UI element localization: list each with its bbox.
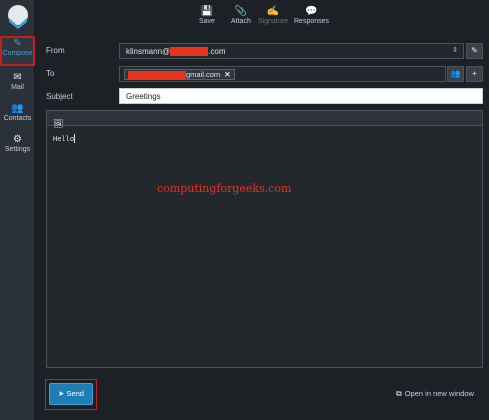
edit-identity-button[interactable]: ✎: [466, 43, 483, 59]
comment-icon: 💬: [305, 6, 318, 17]
redaction-block: [128, 71, 186, 80]
send-highlight: ➤ Send: [45, 379, 97, 410]
to-recipient-input[interactable]: gmail.com ✕: [119, 66, 446, 82]
attach-label: Attach: [231, 18, 251, 25]
send-label: Send: [66, 389, 84, 398]
from-select[interactable]: klinsmann@ .com ⇕: [119, 43, 464, 59]
subject-label: Subject: [46, 92, 73, 101]
recipient-token[interactable]: gmail.com ✕: [124, 69, 235, 81]
remove-recipient-icon[interactable]: ✕: [224, 70, 230, 79]
signature-button[interactable]: ✍ Signature: [258, 5, 288, 25]
from-value-suffix: .com: [208, 47, 226, 56]
nav-contacts-label: Contacts: [3, 115, 32, 122]
text-cursor: [74, 134, 75, 143]
save-icon: 💾: [200, 6, 214, 17]
nav-contacts[interactable]: 👥 Contacts: [0, 103, 35, 127]
nav-compose-label: Compose: [2, 50, 33, 57]
nav-settings-label: Settings: [4, 146, 31, 153]
watermark-text: computingforgeeks.com: [157, 182, 292, 195]
message-body: Hello: [53, 135, 75, 143]
subject-input[interactable]: Greetings: [119, 88, 483, 104]
to-label: To: [46, 69, 55, 78]
signature-label: Signature: [258, 18, 288, 25]
nav-compose[interactable]: ✎ Compose: [0, 36, 35, 66]
save-label: Save: [199, 18, 215, 25]
envelope-icon: ✉: [13, 72, 22, 83]
nav-mail[interactable]: ✉ Mail: [0, 72, 35, 96]
plus-icon: +: [472, 69, 477, 78]
compose-icon: ✎: [13, 38, 22, 49]
nav-mail-label: Mail: [11, 84, 24, 91]
attach-button[interactable]: 📎 Attach: [231, 5, 251, 25]
nav-settings[interactable]: ⚙ Settings: [0, 134, 35, 158]
app-logo-icon[interactable]: [5, 4, 31, 30]
send-button[interactable]: ➤ Send: [49, 383, 93, 405]
responses-button[interactable]: 💬 Responses: [294, 5, 329, 25]
open-in-new-window-label: Open in new window: [404, 389, 474, 398]
paper-plane-icon: ➤: [58, 389, 65, 398]
gear-icon: ⚙: [13, 134, 22, 145]
left-navigation: ✎ Compose ✉ Mail 👥 Contacts ⚙ Settings: [0, 0, 35, 420]
select-arrows-icon: ⇕: [452, 47, 458, 54]
redaction-block: [170, 47, 209, 57]
people-icon: 👥: [450, 69, 461, 78]
recipient-token-label: gmail.com: [186, 70, 221, 79]
add-header-button[interactable]: +: [466, 66, 483, 82]
compose-toolbar: 💾 Save 📎 Attach ✍ Signature 💬 Responses: [36, 0, 489, 36]
image-icon[interactable]: 🖼: [53, 119, 63, 128]
message-editor[interactable]: 🖼 Hello computingforgeeks.com: [46, 110, 483, 368]
save-button[interactable]: 💾 Save: [199, 5, 215, 25]
add-contact-button[interactable]: 👥: [447, 66, 464, 82]
people-icon: 👥: [11, 103, 24, 114]
paperclip-icon: 📎: [234, 6, 248, 17]
pencil-icon: ✎: [471, 46, 478, 55]
signature-icon: ✍: [266, 6, 280, 17]
open-in-new-window-link[interactable]: ⧉ Open in new window: [396, 389, 474, 399]
from-label: From: [46, 46, 65, 55]
responses-label: Responses: [294, 18, 330, 25]
subject-value: Greetings: [126, 92, 161, 101]
editor-toolbar: 🖼: [47, 111, 482, 128]
external-window-icon: ⧉: [396, 389, 402, 398]
from-value-prefix: klinsmann@: [126, 47, 171, 56]
